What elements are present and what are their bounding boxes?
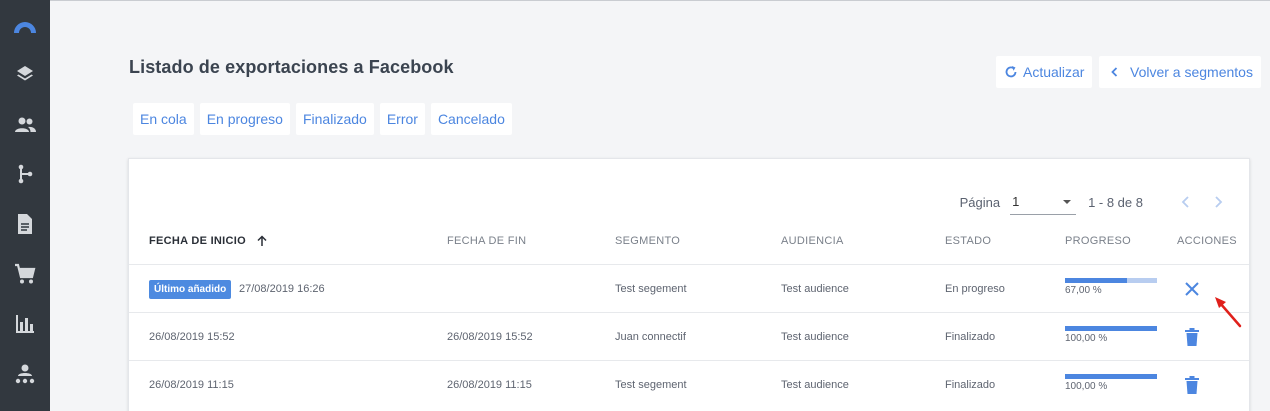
start-date-cell: 26/08/2019 11:15 [149,379,234,391]
header-start-date-label: FECHA DE INICIO [149,235,246,247]
progress-text: 67,00 % [1065,285,1102,296]
start-date-cell: 27/08/2019 16:26 [239,283,325,295]
chevron-left-icon [1111,67,1118,77]
segment-cell: Juan connectif [615,331,686,343]
progress-fill [1065,374,1157,379]
table-header: FECHA DE INICIO FECHA DE FIN SEGMENTO AU… [129,223,1249,263]
cart-icon[interactable] [0,250,50,298]
audience-cell: Test audience [781,283,849,295]
filter-en-progreso[interactable]: En progreso [199,103,290,135]
refresh-label: Actualizar [1023,64,1085,80]
sort-ascending-icon [257,235,267,246]
page-select[interactable]: 1 [1010,189,1077,215]
paginator: Página 1 1 - 8 de 8 [960,189,1229,215]
filter-cancelado[interactable]: Cancelado [430,103,512,135]
person-network-icon[interactable] [0,350,50,398]
refresh-icon [1005,66,1017,78]
header-segment[interactable]: SEGMENTO [615,235,680,247]
status-filters: En cola En progreso Finalizado Error Can… [133,103,512,135]
header-audience[interactable]: AUDIENCIA [781,235,844,247]
document-icon[interactable] [0,200,50,248]
filter-error[interactable]: Error [379,103,425,135]
page-range: 1 - 8 de 8 [1088,194,1143,210]
header-progress[interactable]: PROGRESO [1065,235,1131,247]
progress-fill [1065,278,1127,283]
next-page-button[interactable] [1207,191,1229,213]
sidebar [0,0,50,411]
audience-cell: Test audience [781,331,849,343]
logo-arc-icon[interactable] [0,0,50,48]
progress-bar [1065,326,1157,331]
progress-fill [1065,326,1157,331]
header-start-date[interactable]: FECHA DE INICIO [149,235,268,247]
progress-indicator: 100,00 % [1065,374,1157,392]
progress-indicator: 100,00 % [1065,326,1157,344]
progress-bar [1065,278,1157,283]
flow-branch-icon[interactable] [0,150,50,198]
prev-page-button[interactable] [1175,191,1197,213]
dropdown-arrow-icon [1063,199,1072,204]
state-cell: Finalizado [945,379,996,391]
table-row: 26/08/2019 11:15 26/08/2019 11:15 Test s… [129,360,1249,408]
close-icon [1185,282,1199,296]
back-label: Volver a segmentos [1130,64,1253,80]
page-label: Página [959,194,1001,210]
latest-added-badge: Último añadido [149,280,232,299]
progress-indicator: 67,00 % [1065,278,1157,296]
table-body: Último añadido 27/08/2019 16:26 Test seg… [129,264,1249,408]
state-cell: Finalizado [945,331,996,343]
start-date-cell: 26/08/2019 15:52 [149,331,235,343]
audience-cell: Test audience [781,379,849,391]
filter-finalizado[interactable]: Finalizado [295,103,374,135]
cancel-export-button[interactable] [1181,278,1203,300]
segment-cell: Test segement [615,283,687,295]
main-content: Listado de exportaciones a Facebook Actu… [50,1,1270,411]
people-icon[interactable] [0,101,50,149]
end-date-cell: 26/08/2019 11:15 [447,379,532,391]
progress-text: 100,00 % [1065,381,1108,392]
delete-export-button[interactable] [1181,374,1203,396]
filter-en-cola[interactable]: En cola [133,103,194,135]
header-end-date[interactable]: FECHA DE FIN [447,235,526,247]
bar-chart-icon[interactable] [0,300,50,348]
page-select-value: 1 [1012,194,1020,209]
state-cell: En progreso [945,283,1005,295]
exports-table-card: Página 1 1 - 8 de 8 FECHA DE INICIO FECH… [128,158,1250,411]
trash-icon [1185,328,1199,346]
progress-bar [1065,374,1157,379]
chevron-right-icon [1215,196,1223,208]
progress-text: 100,00 % [1065,333,1108,344]
header-state[interactable]: ESTADO [945,235,991,247]
back-to-segments-button[interactable]: Volver a segmentos [1099,56,1261,88]
segment-cell: Test segement [615,379,687,391]
page-title: Listado de exportaciones a Facebook [129,57,454,77]
annotation-arrow-icon [1215,297,1242,328]
table-row: Último añadido 27/08/2019 16:26 Test seg… [129,264,1249,312]
trash-icon [1185,376,1199,394]
header-actions: ACCIONES [1177,235,1237,247]
refresh-button[interactable]: Actualizar [996,56,1093,88]
table-row: 26/08/2019 15:52 26/08/2019 15:52 Juan c… [129,312,1249,360]
delete-export-button[interactable] [1181,326,1203,348]
end-date-cell: 26/08/2019 15:52 [447,331,533,343]
layers-icon[interactable] [0,50,50,98]
chevron-left-icon [1181,196,1189,208]
